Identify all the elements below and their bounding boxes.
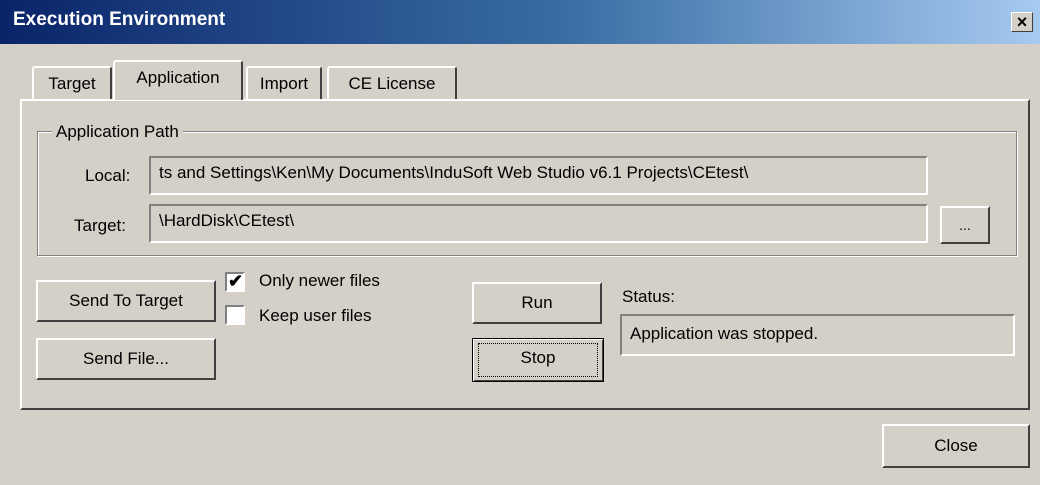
stop-button[interactable]: Stop xyxy=(472,338,604,382)
tab-application-label: Application xyxy=(136,68,220,87)
tab-target[interactable]: Target xyxy=(32,66,112,101)
tab-target-label: Target xyxy=(48,74,96,93)
run-button[interactable]: Run xyxy=(472,282,602,324)
close-button[interactable]: Close xyxy=(882,424,1030,468)
keep-user-files-label: Keep user files xyxy=(259,306,372,325)
send-file-label: Send File... xyxy=(83,349,169,368)
target-path-field[interactable]: \HardDisk\CEtest\ xyxy=(149,204,928,243)
only-newer-files-checkbox[interactable]: ✔ xyxy=(225,271,245,292)
tab-ce-license[interactable]: CE License xyxy=(327,66,457,101)
tab-import[interactable]: Import xyxy=(246,66,322,101)
status-label: Status: xyxy=(622,287,675,306)
only-newer-files-label: Only newer files xyxy=(259,271,380,290)
stop-label: Stop xyxy=(520,348,556,367)
browse-target-button[interactable]: ... xyxy=(940,206,990,244)
checkmark-icon: ✔ xyxy=(228,271,244,291)
tab-application[interactable]: Application xyxy=(113,60,243,100)
local-path-label: Local: xyxy=(85,166,131,185)
run-label: Run xyxy=(521,293,553,312)
keep-user-files-checkbox[interactable] xyxy=(225,305,245,325)
status-field: Application was stopped. xyxy=(620,314,1015,356)
local-path-field[interactable]: ts and Settings\Ken\My Documents\InduSof… xyxy=(149,156,928,195)
send-file-button[interactable]: Send File... xyxy=(36,338,216,380)
close-window-button[interactable]: × xyxy=(1011,12,1033,32)
target-path-label: Target: xyxy=(74,216,126,235)
tab-import-label: Import xyxy=(259,74,309,93)
window-title: Execution Environment xyxy=(13,9,226,30)
tab-ce-license-label: CE License xyxy=(348,74,436,93)
execution-environment-dialog: Execution Environment × Target Applicati… xyxy=(0,0,1040,485)
close-icon: × xyxy=(1016,12,1028,32)
send-to-target-button[interactable]: Send To Target xyxy=(36,280,216,322)
application-path-group-label: Application Path xyxy=(52,122,183,142)
send-to-target-label: Send To Target xyxy=(69,291,183,310)
close-label: Close xyxy=(934,436,978,455)
title-bar: Execution Environment × xyxy=(0,0,1040,44)
